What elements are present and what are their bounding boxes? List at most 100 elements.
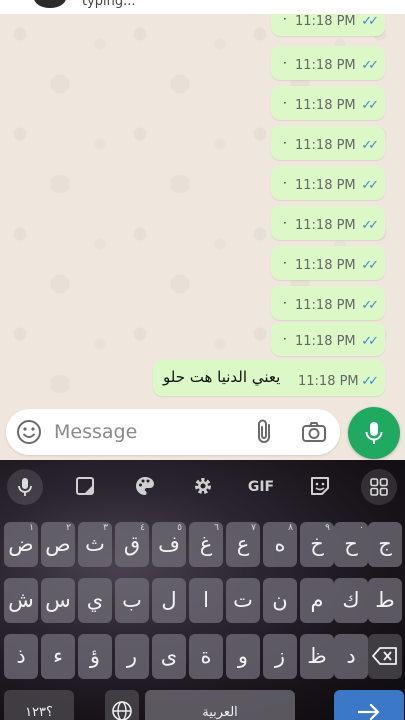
backspace-icon <box>372 647 397 665</box>
double-check-icon: ✓✓ <box>361 334 379 349</box>
attach-icon[interactable] <box>252 418 278 446</box>
message-text: · <box>283 136 287 150</box>
key[interactable]: ر <box>115 634 149 679</box>
globe-key[interactable] <box>105 690 139 720</box>
key[interactable]: ت <box>226 578 260 623</box>
apps-grid-icon[interactable] <box>361 469 397 505</box>
gif-label: GIF <box>247 479 275 495</box>
globe-icon <box>112 701 132 720</box>
message-text: · <box>283 56 287 70</box>
key[interactable]: ث٣ <box>78 522 112 567</box>
key[interactable]: ب <box>115 578 149 623</box>
chat-header[interactable]: typing... <box>0 0 405 14</box>
message-bubble[interactable]: · 11:18 PM ✓✓ <box>271 126 385 160</box>
double-check-icon: ✓✓ <box>361 218 379 233</box>
contact-avatar[interactable] <box>34 0 66 8</box>
key[interactable]: ؤ <box>78 634 112 679</box>
key[interactable]: ف٥ <box>152 522 186 567</box>
mic-icon <box>365 422 383 444</box>
symbols-key[interactable]: ؟١٢٣ <box>4 690 74 720</box>
double-check-icon: ✓✓ <box>361 258 379 273</box>
message-time: 11:18 PM <box>295 58 356 73</box>
message-time: 11:18 PM <box>295 178 356 193</box>
message-time: 11:18 PM <box>295 298 356 313</box>
message-text: · <box>283 256 287 270</box>
double-check-icon: ✓✓ <box>361 58 379 73</box>
key[interactable]: ع٧ <box>226 522 260 567</box>
emoji-sticker-icon[interactable] <box>304 472 336 500</box>
key[interactable]: خ٩ <box>300 522 334 567</box>
message-bubble[interactable]: · 11:18 PM ✓✓ <box>271 286 385 320</box>
key[interactable]: ظ <box>300 634 334 679</box>
key[interactable]: س <box>41 578 75 623</box>
key[interactable]: ز <box>263 634 297 679</box>
message-bubble[interactable]: · 11:18 PM ✓✓ <box>271 322 385 356</box>
message-time: 11:18 PM <box>295 98 356 113</box>
message-time: 11:18 PM <box>295 14 356 29</box>
key[interactable]: ل <box>152 578 186 623</box>
key[interactable]: ه٨ <box>263 522 297 567</box>
message-bubble[interactable]: · 11:18 PM ✓✓ <box>271 166 385 200</box>
double-check-icon: ✓✓ <box>361 178 379 193</box>
key[interactable]: م <box>300 578 334 623</box>
enter-key[interactable] <box>334 690 404 720</box>
message-time: 11:18 PM <box>295 218 356 233</box>
message-input[interactable]: Message <box>54 421 137 443</box>
space-key[interactable]: العربية <box>145 690 295 720</box>
keyboard-mic-icon[interactable] <box>7 469 43 505</box>
message-bubble[interactable]: · 11:18 PM ✓✓ <box>271 46 385 80</box>
keyboard: GIF ض١ ص٢ ث٣ ق٤ ف٥ غ٦ ع٧ ه٨ خ٩ ح٠ ج ش س … <box>0 460 405 720</box>
palette-icon[interactable] <box>129 472 161 500</box>
gif-button[interactable]: GIF <box>245 472 277 500</box>
enter-arrow-icon <box>357 703 380 720</box>
double-check-icon: ✓✓ <box>361 298 379 313</box>
key[interactable]: غ٦ <box>189 522 223 567</box>
message-text: · <box>283 14 287 26</box>
message-text: · <box>283 216 287 230</box>
backspace-key[interactable] <box>368 634 402 679</box>
message-compose-bar[interactable]: Message <box>6 409 340 455</box>
message-time: 11:18 PM <box>295 138 356 153</box>
message-bubble[interactable]: · 11:18 PM ✓✓ <box>271 206 385 240</box>
message-text: · <box>283 296 287 310</box>
key[interactable]: ض١ <box>4 522 38 567</box>
message-time: 11:18 PM <box>295 334 356 349</box>
message-text: · <box>283 332 287 346</box>
chat-area: · 11:18 PM ✓✓ · 11:18 PM ✓✓ · 11:18 PM ✓… <box>0 14 405 408</box>
key[interactable]: ق٤ <box>115 522 149 567</box>
keyboard-toolbar: GIF <box>0 460 405 512</box>
double-check-icon: ✓✓ <box>361 98 379 113</box>
message-text: · <box>283 176 287 190</box>
message-time: 11:18 PM <box>298 374 359 389</box>
key[interactable]: ش <box>4 578 38 623</box>
key[interactable]: ا <box>189 578 223 623</box>
double-check-icon: ✓✓ <box>361 138 379 153</box>
key[interactable]: د <box>334 634 368 679</box>
double-check-icon: ✓✓ <box>361 374 379 389</box>
voice-record-button[interactable] <box>348 407 400 459</box>
key[interactable]: ي <box>78 578 112 623</box>
key[interactable]: ن <box>263 578 297 623</box>
typing-status: typing... <box>82 0 136 9</box>
message-bubble[interactable]: يعني الدنيا هت حلو 11:18 PM ✓✓ <box>153 360 385 396</box>
message-time: 11:18 PM <box>295 258 356 273</box>
key[interactable]: ط <box>368 578 402 623</box>
message-text: · <box>283 96 287 110</box>
camera-icon[interactable] <box>300 419 328 445</box>
key[interactable]: ح٠ <box>334 522 368 567</box>
key[interactable]: ى <box>152 634 186 679</box>
settings-gear-icon[interactable] <box>187 472 219 500</box>
message-text: يعني الدنيا هت حلو <box>163 368 281 386</box>
key[interactable]: ج <box>368 522 402 567</box>
key[interactable]: و <box>226 634 260 679</box>
key[interactable]: ة <box>189 634 223 679</box>
key[interactable]: ص٢ <box>41 522 75 567</box>
message-bubble[interactable]: · 11:18 PM ✓✓ <box>271 86 385 120</box>
sticker-icon[interactable] <box>69 472 101 500</box>
emoji-icon[interactable] <box>16 419 42 445</box>
message-bubble[interactable]: · 11:18 PM ✓✓ <box>271 14 385 36</box>
message-bubble[interactable]: · 11:18 PM ✓✓ <box>271 246 385 280</box>
key[interactable]: ء <box>41 634 75 679</box>
key[interactable]: ذ <box>4 634 38 679</box>
key[interactable]: ك <box>334 578 368 623</box>
